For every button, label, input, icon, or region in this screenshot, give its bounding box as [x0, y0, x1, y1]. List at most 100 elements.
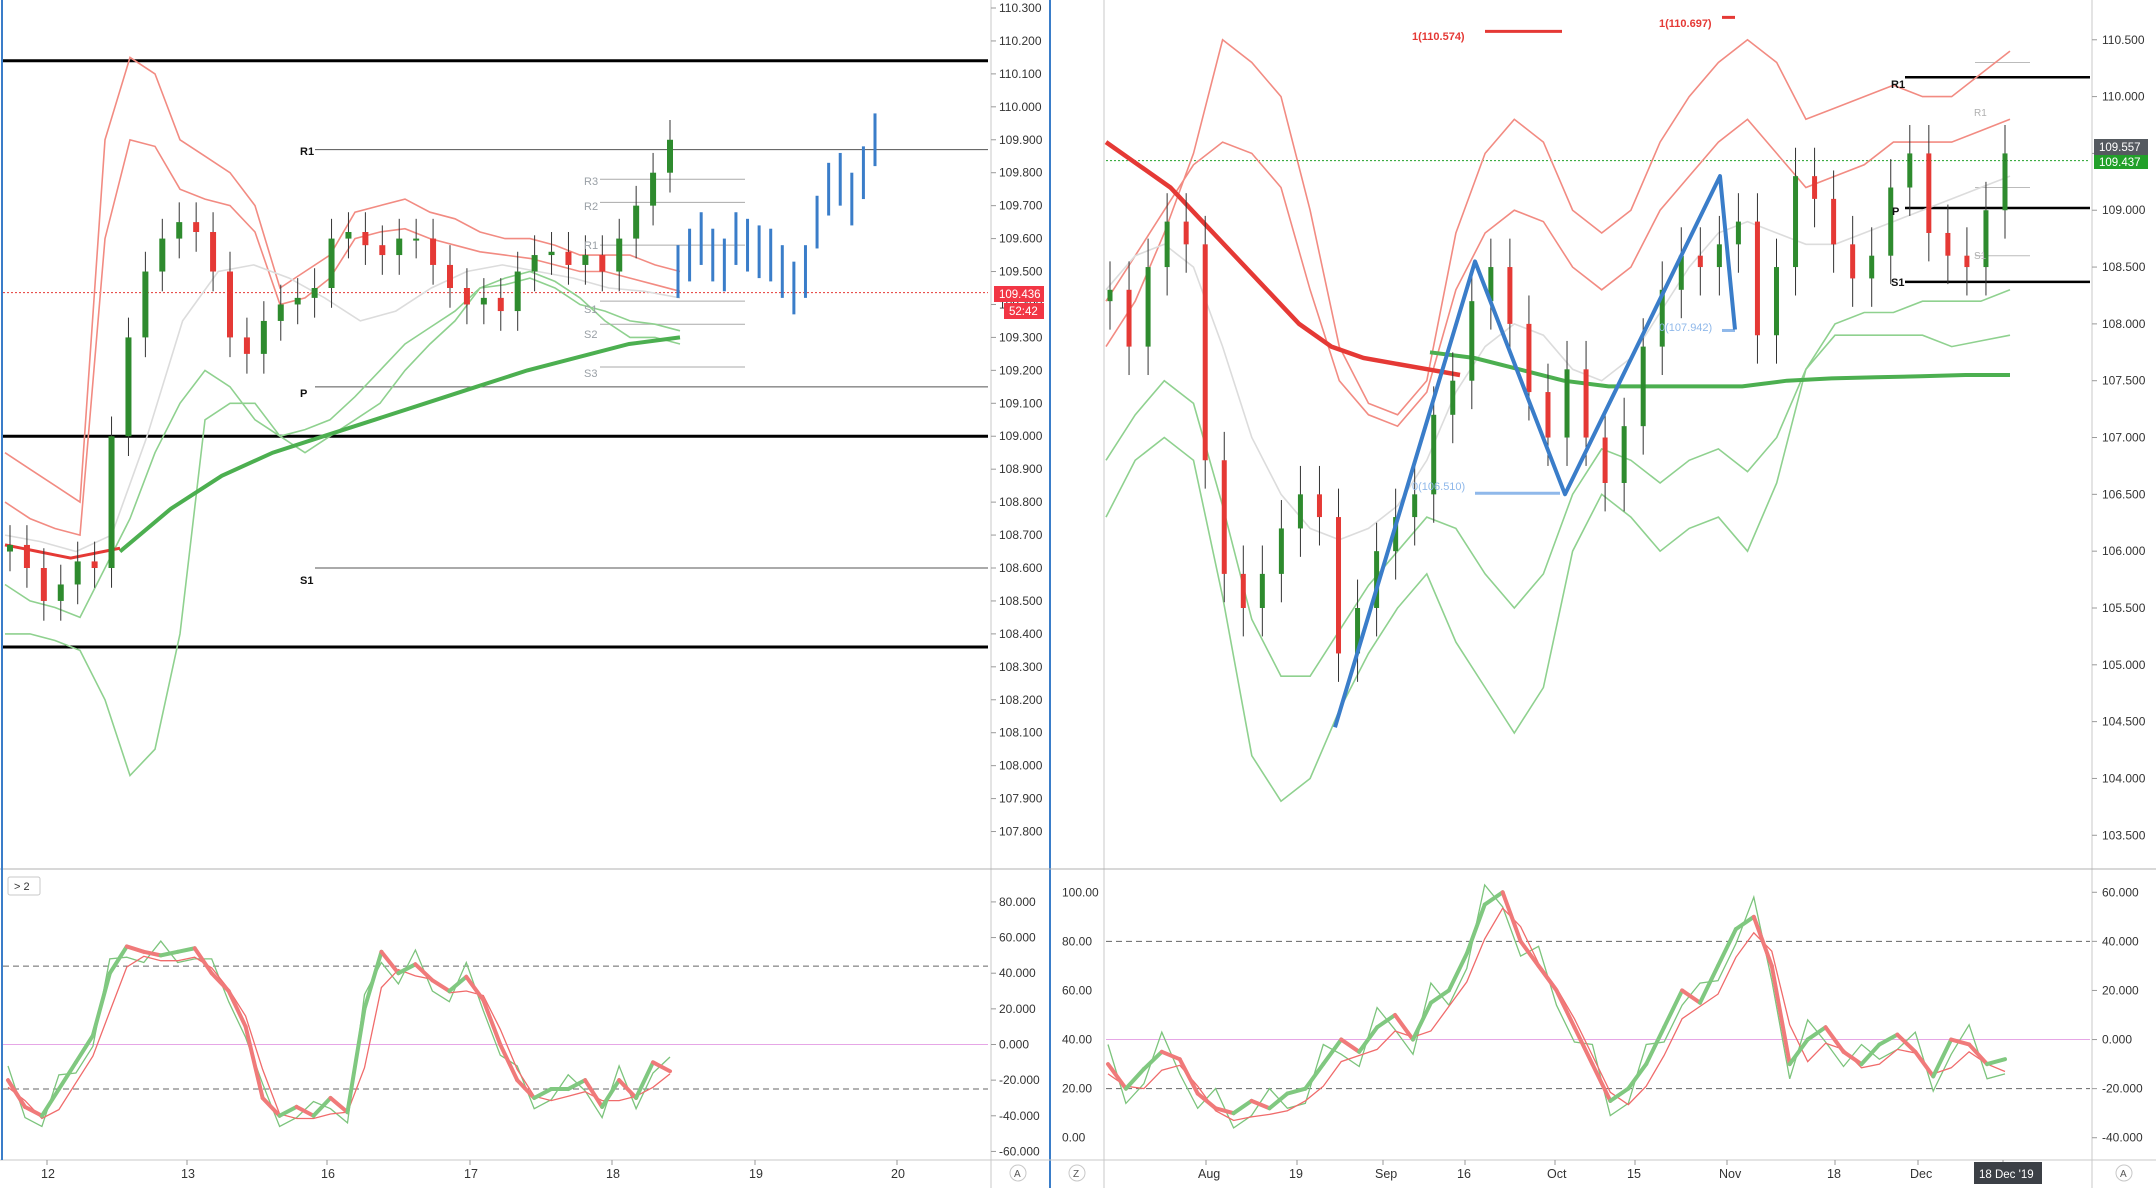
right-zoom-button[interactable]: Z — [1068, 1164, 1086, 1182]
time-tick-label: Dec — [1910, 1167, 1932, 1181]
candle-body — [1107, 289, 1113, 302]
momentum-segment — [158, 949, 180, 958]
left-price-tick-label: 109.500 — [999, 265, 1043, 279]
left-pivot-labels: R1 P S1 R3 R2 R1 S1 S2 S3 — [300, 146, 598, 587]
stochastic-k-line — [1107, 883, 2006, 1129]
osc-right-tick-label: 60.000 — [2102, 885, 2139, 899]
chart-workspace: 110.300 110.200 110.100 110.000 109.900 109.8… — [0, 0, 2156, 1188]
momentum-segment — [1715, 927, 1738, 968]
time-tick-label: 19 — [749, 1167, 763, 1181]
momentum-segment — [90, 971, 112, 1038]
pivot-label-r1: R1 — [300, 146, 314, 158]
time-tick-label: Nov — [1719, 1167, 1742, 1181]
momentum-segment — [1393, 1013, 1415, 1042]
momentum-segment — [6, 1078, 27, 1109]
pivot-label-s1: S1 — [300, 575, 313, 587]
momentum-segment — [532, 1087, 554, 1100]
right-price-chart[interactable] — [1104, 15, 2090, 803]
candle-body — [1507, 267, 1513, 324]
candle-body — [1945, 232, 1951, 256]
osc-left-tick-label: 100.00 — [1062, 885, 1099, 899]
momentum-segment — [311, 1095, 333, 1118]
left-legend[interactable]: > 2 — [7, 876, 41, 896]
candle-body — [345, 232, 352, 239]
time-tick-label: 16 — [1457, 1167, 1471, 1181]
left-price-tick-label: 107.900 — [999, 792, 1043, 806]
momentum-segment — [22, 1104, 44, 1118]
right-price-tick-label: 107.000 — [2102, 431, 2146, 445]
time-tick-label: 20 — [891, 1167, 905, 1181]
right-price-tags: 109.557 109.437 — [2094, 139, 2148, 169]
osc-tick-label: 0.000 — [999, 1037, 1029, 1051]
osc-right-tick-label: 0.000 — [2102, 1033, 2132, 1047]
time-tick-label: 13 — [181, 1167, 195, 1181]
lower-band-outer — [5, 270, 681, 778]
left-price-axis[interactable]: 110.300 110.200 110.100 110.000 109.900 109.8… — [991, 1, 1043, 839]
lower-band-inner — [1105, 334, 2011, 678]
right-auto-button[interactable]: A — [2115, 1164, 2133, 1182]
osc-tick-label: 40.000 — [999, 966, 1036, 980]
time-tick-label: 17 — [464, 1167, 478, 1181]
candle-body — [565, 251, 572, 265]
momentum-segment — [1590, 1062, 1613, 1103]
candle-body — [1640, 346, 1646, 427]
momentum-segment — [1123, 1067, 1146, 1091]
left-auto-button[interactable]: A — [1009, 1164, 1027, 1182]
left-price-tick-label: 108.400 — [999, 627, 1043, 641]
candle-body — [667, 139, 673, 173]
right-price-tick-label: 106.000 — [2102, 544, 2146, 558]
legend-toggle-label: > 2 — [14, 881, 30, 893]
pivot-label-r1: R1 — [1891, 79, 1905, 91]
left-price-tick-label: 108.100 — [999, 726, 1043, 740]
osc-left-tick-label: 80.00 — [1062, 934, 1092, 948]
candle-body — [108, 436, 115, 568]
right-oscillator[interactable]: 100.00 80.00 60.00 40.00 20.00 0.00 60.000 40.0… — [1062, 883, 2143, 1145]
momentum-segment — [634, 1060, 656, 1100]
momentum-segment — [73, 1033, 95, 1065]
candle-body — [430, 238, 437, 265]
left-price-tick-label: 108.000 — [999, 759, 1043, 773]
slow-ma-red — [1104, 140, 1461, 378]
candle-body — [1183, 221, 1189, 245]
osc-right-tick-label: 40.000 — [2102, 934, 2139, 948]
chart-canvas[interactable]: 110.300 110.200 110.100 110.000 109.900 109.8… — [0, 0, 2156, 1188]
left-price-tick-label: 110.300 — [999, 1, 1042, 15]
left-oscillator[interactable]: 80.000 60.000 40.000 20.000 0.000 -20.000 -40.… — [3, 895, 1040, 1159]
candle-body — [142, 271, 149, 338]
candle-body — [1793, 176, 1799, 268]
auto-scale-label-right: A — [2120, 1169, 2127, 1180]
left-price-tick-label: 108.700 — [999, 528, 1043, 542]
left-price-tick-label: 109.200 — [999, 363, 1043, 377]
pivot-label-p: P — [300, 388, 307, 400]
right-price-tick-label: 109.000 — [2102, 203, 2146, 217]
upper-band-outer — [1105, 38, 2011, 416]
pivot-label-s1b: S1 — [1974, 251, 1987, 262]
candle-body — [633, 205, 640, 239]
momentum-segment — [1303, 1062, 1326, 1091]
candle-body — [396, 238, 403, 256]
left-price-tick-label: 108.200 — [999, 693, 1043, 707]
candle-body — [23, 544, 30, 568]
candle-body — [1240, 573, 1246, 608]
momentum-segment — [600, 1078, 622, 1109]
fib-label-106-510: 0(106.510) — [1412, 481, 1465, 493]
time-tick-label: Oct — [1547, 1167, 1567, 1181]
momentum-segment — [1644, 1025, 1667, 1067]
momentum-segment — [1698, 963, 1720, 1005]
osc-left-tick-label: 20.00 — [1062, 1082, 1092, 1096]
candle-body — [1316, 494, 1322, 518]
osc-tick-label: 80.000 — [999, 895, 1036, 909]
pivot-label-r1b: R1 — [584, 240, 598, 252]
osc-tick-label: 60.000 — [999, 931, 1036, 945]
candle-body — [1888, 187, 1894, 256]
momentum-segment — [1500, 890, 1523, 944]
candle-body — [91, 561, 98, 568]
candle-body — [1697, 255, 1703, 268]
candle-body — [1716, 244, 1722, 268]
candle-body — [1126, 289, 1132, 347]
candle-body — [362, 232, 369, 246]
pivot-label-r3: R3 — [584, 176, 598, 188]
momentum-segment — [464, 974, 486, 1002]
left-price-tick-label: 108.500 — [999, 594, 1043, 608]
left-price-chart[interactable] — [3, 56, 988, 778]
